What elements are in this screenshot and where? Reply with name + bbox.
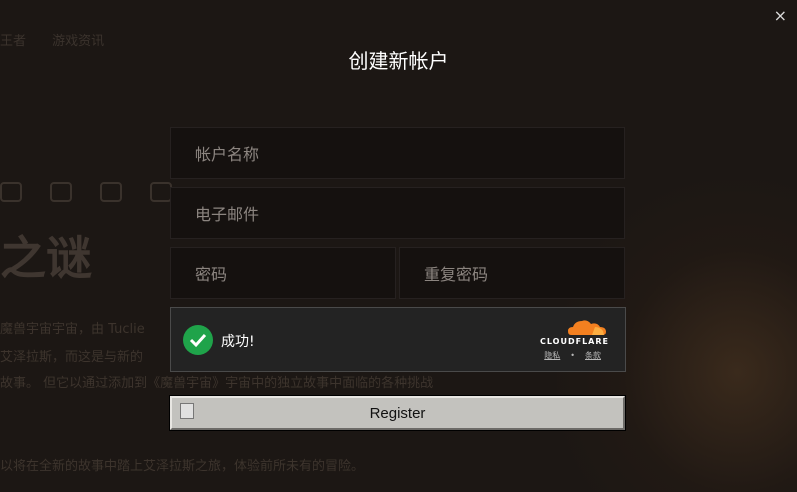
captcha-status: 成功!	[221, 334, 255, 350]
terms-link[interactable]: 条款	[585, 351, 601, 360]
captcha-widget[interactable]: 成功! CLOUDFLARE 隐私 • 条款	[170, 307, 626, 372]
password-placeholder: 密码	[195, 265, 228, 284]
social-icon	[150, 182, 172, 202]
email-placeholder: 电子邮件	[195, 205, 260, 224]
background-paragraph: 魔兽宇宙宇宙，由 Tuclie	[0, 322, 145, 337]
captcha-links: 隐私 • 条款	[544, 350, 601, 361]
password-field[interactable]: 密码	[170, 247, 396, 299]
email-field[interactable]: 电子邮件	[170, 187, 625, 239]
close-icon[interactable]: ×	[774, 8, 787, 24]
social-icon	[100, 182, 122, 202]
modal-title: 创建新帐户	[348, 49, 449, 73]
cloudflare-brand: CLOUDFLARE	[540, 337, 609, 346]
background-paragraph: 以将在全新的故事中踏上艾泽拉斯之旅，体验前所未有的冒险。	[0, 459, 365, 474]
register-button[interactable]: Register	[169, 395, 626, 431]
link-separator: •	[570, 351, 575, 360]
social-icon	[0, 182, 22, 202]
repeat-password-field[interactable]: 重复密码	[399, 247, 625, 299]
account-name-field[interactable]: 帐户名称	[170, 127, 625, 179]
broken-image-icon	[180, 403, 194, 419]
background-paragraph: 故事。 但它以通过添加到《魔兽宇宙》宇宙中的独立故事中面临的各种挑战	[0, 376, 434, 391]
register-label: Register	[369, 404, 426, 422]
background-social-icons	[0, 182, 172, 202]
checkmark-icon	[183, 325, 213, 355]
background-headline: 之谜	[0, 231, 92, 285]
account-name-placeholder: 帐户名称	[195, 145, 260, 164]
repeat-password-placeholder: 重复密码	[424, 265, 489, 284]
privacy-link[interactable]: 隐私	[544, 351, 560, 360]
background-paragraph: 艾泽拉斯，而这是与新的	[0, 350, 144, 365]
social-icon	[50, 182, 72, 202]
cloudflare-cloud-icon	[568, 320, 606, 335]
